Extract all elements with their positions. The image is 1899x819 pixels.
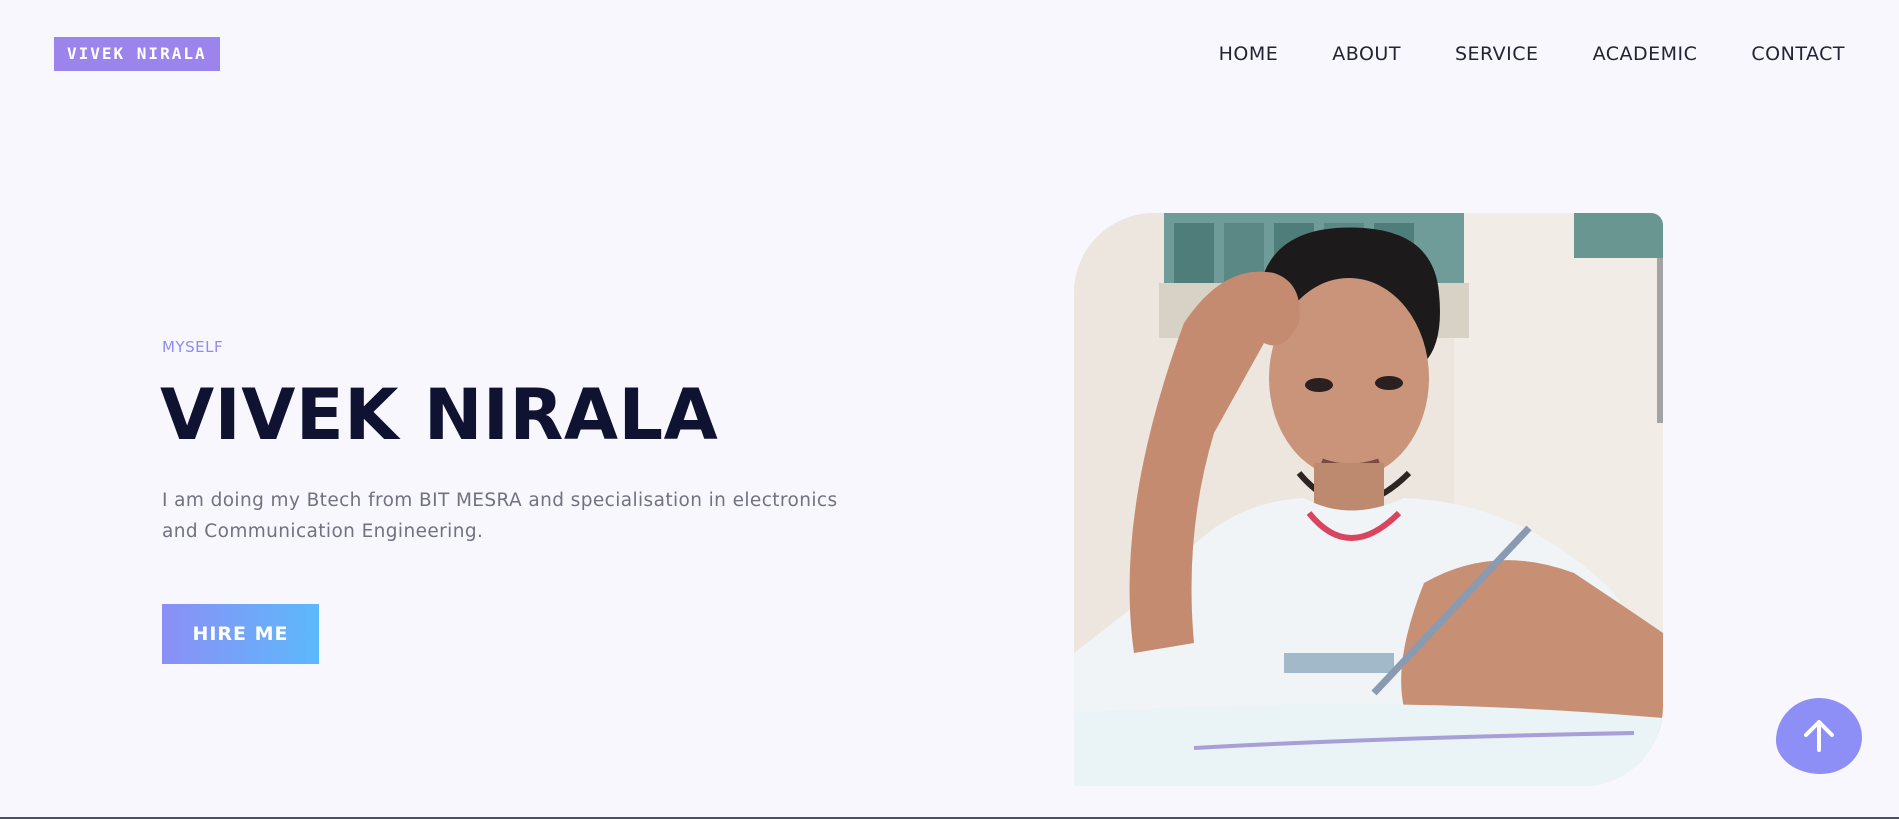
main-nav: HOME ABOUT SERVICE ACADEMIC CONTACT <box>1219 41 1845 67</box>
scroll-to-top-button[interactable] <box>1776 698 1862 774</box>
nav-about[interactable]: ABOUT <box>1332 41 1401 67</box>
nav-academic[interactable]: ACADEMIC <box>1593 41 1698 67</box>
nav-contact[interactable]: CONTACT <box>1751 41 1845 67</box>
hero-description: I am doing my Btech from BIT MESRA and s… <box>162 490 838 542</box>
photo-scrollbar[interactable] <box>1657 258 1663 423</box>
profile-photo <box>1074 213 1663 786</box>
profile-photo-image <box>1074 213 1663 786</box>
nav-service[interactable]: SERVICE <box>1455 41 1539 67</box>
logo[interactable]: VIVEK NIRALA <box>54 37 220 71</box>
page: VIVEK NIRALA HOME ABOUT SERVICE ACADEMIC… <box>0 0 1899 819</box>
hero-eyebrow: MYSELF <box>162 338 224 356</box>
nav-home[interactable]: HOME <box>1219 41 1279 67</box>
hire-me-button[interactable]: HIRE ME <box>162 604 319 664</box>
hero-title: VIVEK NIRALA <box>160 374 719 456</box>
arrow-up-icon <box>1804 720 1834 752</box>
